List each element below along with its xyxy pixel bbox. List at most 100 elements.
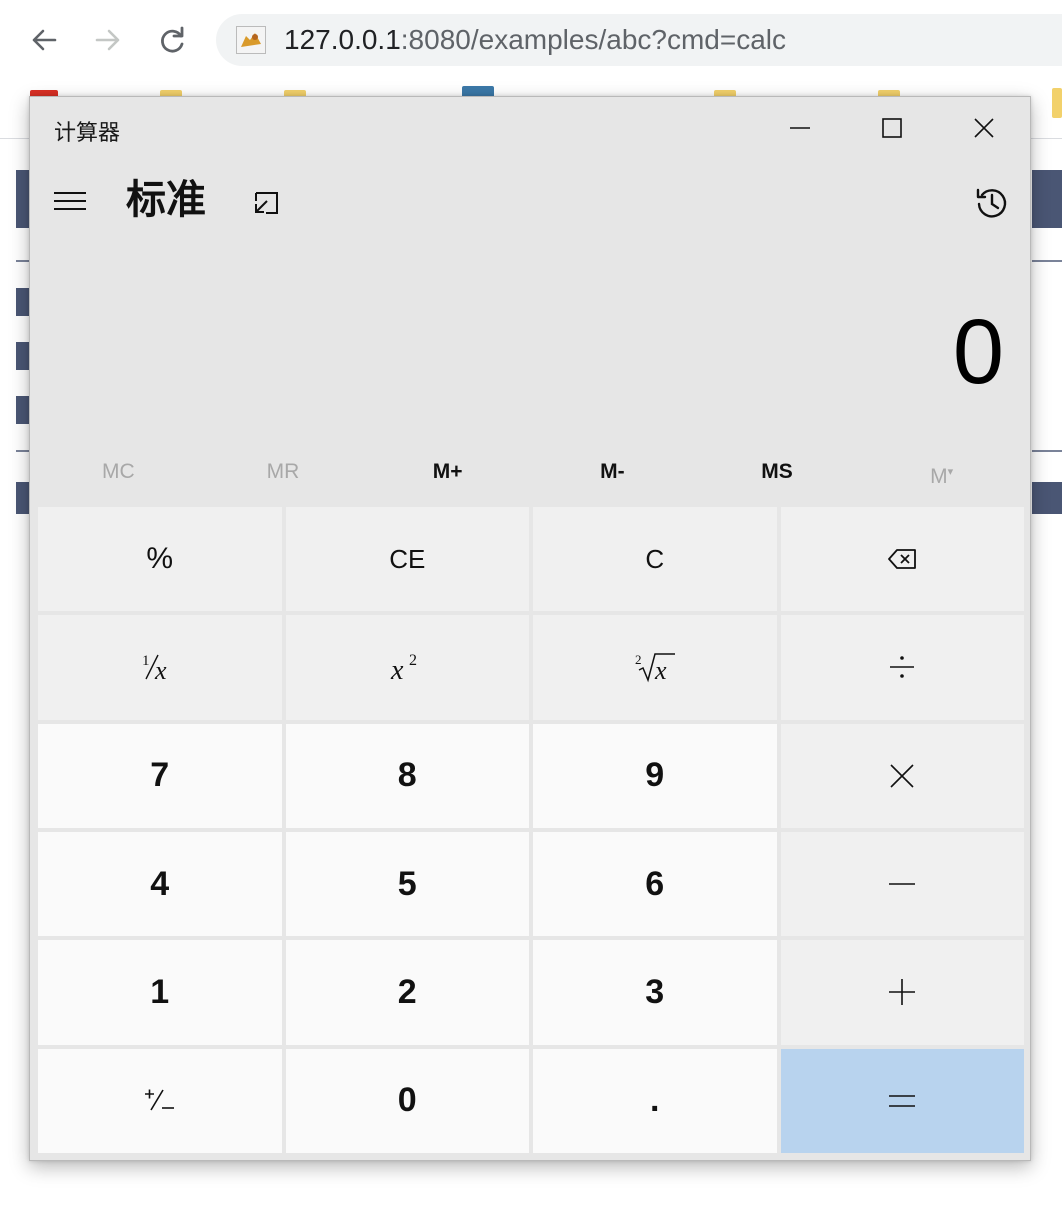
page-divider: [1032, 260, 1062, 262]
url-path: :8080/examples/abc?cmd=calc: [400, 24, 786, 55]
equals-button[interactable]: [780, 1048, 1024, 1153]
url-text: 127.0.0.1:8080/examples/abc?cmd=calc: [284, 14, 786, 66]
clear-label: C: [645, 543, 665, 574]
decimal-button[interactable]: .: [533, 1048, 777, 1153]
digit-8-button[interactable]: 8: [285, 723, 529, 828]
square-root-icon: 2 x: [635, 652, 675, 684]
reciprocal-icon: 1 x: [142, 653, 167, 683]
svg-text:2: 2: [635, 652, 642, 667]
page-divider: [1032, 450, 1062, 452]
multiply-icon: [890, 764, 914, 788]
address-bar[interactable]: 127.0.0.1:8080/examples/abc?cmd=calc: [216, 14, 1062, 66]
svg-text:x: x: [390, 655, 404, 683]
digit-4-label: 4: [150, 864, 170, 903]
backspace-button[interactable]: [780, 507, 1024, 612]
negate-button[interactable]: [38, 1048, 282, 1153]
browser-toolbar: 127.0.0.1:8080/examples/abc?cmd=calc: [0, 0, 1062, 80]
subtract-button[interactable]: [780, 832, 1024, 937]
hamburger-icon: [54, 192, 86, 210]
digit-8-label: 8: [397, 756, 417, 795]
svg-text:1: 1: [142, 653, 150, 669]
result-display: 0: [952, 301, 1004, 403]
navigation-menu-button[interactable]: [44, 177, 96, 225]
minus-icon: [889, 883, 916, 885]
svg-text:2: 2: [409, 652, 417, 669]
percent-button[interactable]: %: [38, 507, 282, 612]
digit-5-button[interactable]: 5: [285, 832, 529, 937]
page-text-fragment: [16, 396, 29, 424]
digit-0-label: 0: [397, 1081, 417, 1120]
digit-9-label: 9: [645, 756, 665, 795]
svg-text:x: x: [654, 656, 667, 684]
clear-entry-button[interactable]: CE: [285, 507, 529, 612]
digit-6-label: 6: [645, 864, 665, 903]
page-text-fragment: [16, 288, 29, 316]
digit-5-label: 5: [397, 864, 417, 903]
memory-clear-button[interactable]: MC: [36, 447, 201, 497]
tomcat-favicon-icon: [236, 26, 266, 54]
digit-4-button[interactable]: 4: [38, 832, 282, 937]
bookmark-folder-icon[interactable]: [1052, 88, 1062, 118]
chevron-down-icon: ▾: [947, 466, 954, 478]
page-section-bar-left: [16, 482, 30, 514]
memory-subtract-button[interactable]: M-: [530, 447, 695, 497]
svg-text:x: x: [154, 656, 167, 683]
minimize-button[interactable]: [754, 97, 846, 159]
equals-icon: [889, 1095, 916, 1107]
clear-button[interactable]: C: [533, 507, 777, 612]
add-button[interactable]: [780, 940, 1024, 1045]
history-icon: [976, 188, 1007, 218]
page-divider: [16, 450, 30, 452]
page-header-bar-left: [16, 170, 30, 228]
plus-minus-icon: [144, 1089, 174, 1111]
memory-list-label: M: [930, 465, 948, 488]
reload-icon: [161, 26, 184, 53]
close-icon: [974, 118, 994, 138]
memory-store-button[interactable]: MS: [695, 447, 860, 497]
plus-icon: [889, 979, 916, 1006]
history-button[interactable]: [968, 179, 1016, 227]
url-host: 127.0.0.1: [284, 24, 401, 55]
window-title: 计算器: [54, 121, 121, 146]
square-button[interactable]: x 2: [285, 615, 529, 720]
digit-3-label: 3: [645, 972, 665, 1011]
close-button[interactable]: [938, 97, 1030, 159]
back-button[interactable]: [24, 20, 64, 60]
percent-label: %: [146, 542, 174, 576]
clear-entry-label: CE: [389, 543, 426, 574]
window-titlebar[interactable]: 计算器: [30, 97, 1030, 159]
maximize-button[interactable]: [846, 97, 938, 159]
calculator-header: 标准: [30, 159, 1030, 245]
divide-button[interactable]: [780, 615, 1024, 720]
digit-3-button[interactable]: 3: [533, 940, 777, 1045]
backspace-icon: [888, 549, 917, 570]
memory-add-button[interactable]: M+: [365, 447, 530, 497]
memory-recall-button[interactable]: MR: [201, 447, 366, 497]
digit-2-button[interactable]: 2: [285, 940, 529, 1045]
digit-6-button[interactable]: 6: [533, 832, 777, 937]
calculator-window: 计算器 标准 0 MC MR M+ M- MS M▾ % CE C 1 x x …: [29, 96, 1031, 1161]
mode-title: 标准: [126, 177, 206, 223]
keep-on-top-button[interactable]: [244, 181, 288, 225]
forward-button[interactable]: [88, 20, 128, 60]
digit-1-button[interactable]: 1: [38, 940, 282, 1045]
reload-button[interactable]: [152, 20, 192, 60]
multiply-button[interactable]: [780, 723, 1024, 828]
minimize-icon: [790, 127, 810, 129]
digit-9-button[interactable]: 9: [533, 723, 777, 828]
digit-0-button[interactable]: 0: [285, 1048, 529, 1153]
memory-list-button[interactable]: M▾: [859, 447, 1024, 497]
maximize-icon: [882, 118, 902, 138]
keypad: % CE C 1 x x 2 2 x 7 8 9 4 5 6 1 2 3 0 .: [38, 507, 1024, 1153]
page-divider: [16, 260, 30, 262]
arrow-left-icon: [32, 29, 57, 51]
square-root-button[interactable]: 2 x: [533, 615, 777, 720]
digit-2-label: 2: [397, 972, 417, 1011]
keep-on-top-icon: [255, 192, 278, 214]
decimal-label: .: [650, 1081, 660, 1120]
divide-icon: [890, 656, 915, 679]
page-header-bar-right: [1032, 170, 1062, 228]
reciprocal-button[interactable]: 1 x: [38, 615, 282, 720]
square-icon: x 2: [390, 652, 417, 683]
digit-7-button[interactable]: 7: [38, 723, 282, 828]
